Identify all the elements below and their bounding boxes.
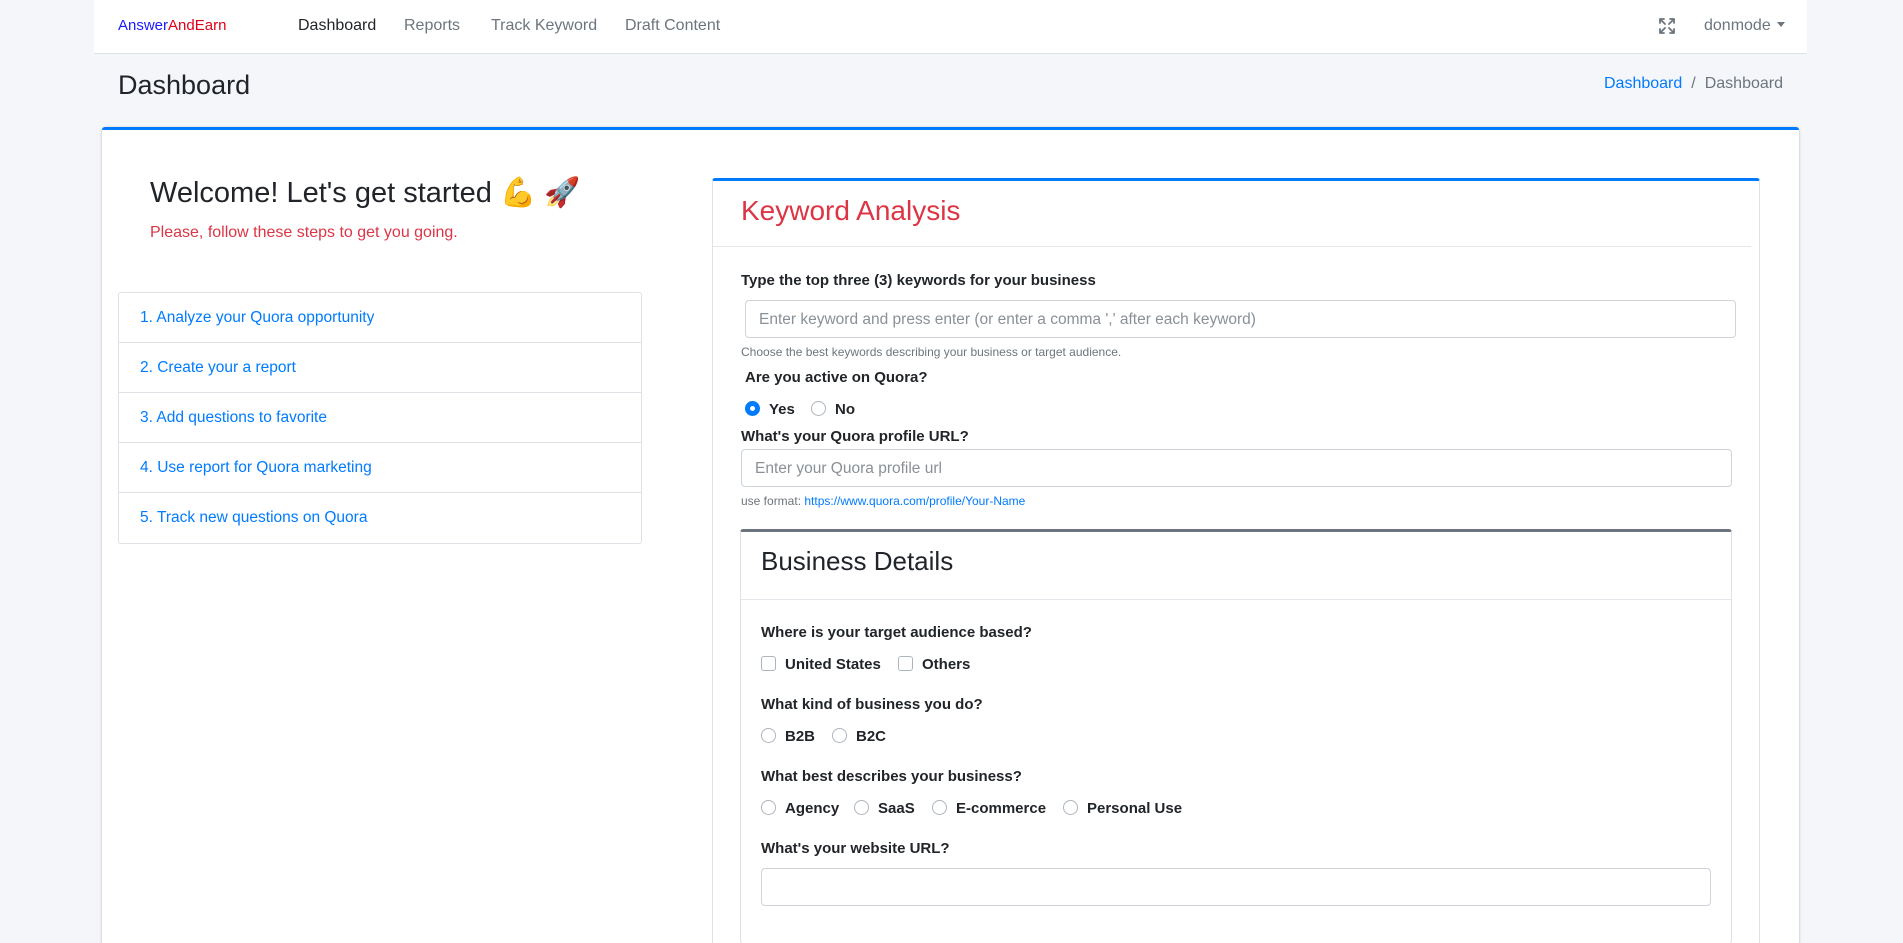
radio-b2c[interactable]: B2C [832,728,886,745]
checkbox-label-united-states: United States [785,656,881,673]
welcome-title: Welcome! Let's get started 💪 🚀 [150,177,581,209]
nav-track-keyword[interactable]: Track Keyword [491,17,597,35]
audience-label: Where is your target audience based? [761,624,1032,641]
radio-button[interactable] [761,728,776,743]
breadcrumb-link[interactable]: Dashboard [1604,75,1682,92]
radio-label-b2b: B2B [785,728,816,745]
radio-saas[interactable]: SaaS [854,800,915,817]
radio-button[interactable] [761,800,776,815]
keywords-input[interactable]: Enter keyword and press enter (or enter … [745,300,1736,338]
divider [741,599,1731,600]
radio-b2b[interactable]: B2B [761,728,815,745]
expand-arrows-icon[interactable] [1657,16,1677,36]
brand-part-2: AndEarn [168,17,227,34]
checkbox[interactable] [898,656,913,671]
business-details-title: Business Details [761,546,954,576]
website-url-label: What's your website URL? [761,840,950,857]
profile-format-link[interactable]: https://www.quora.com/profile/Your-Name [804,494,1025,508]
breadcrumb: Dashboard / Dashboard [1604,75,1783,93]
profile-url-help: use format: https://www.quora.com/profil… [741,494,1025,508]
step-item-track-questions[interactable]: 5. Track new questions on Quora [119,493,641,543]
nav-dashboard[interactable]: Dashboard [298,17,376,35]
radio-label-b2c: B2C [856,728,887,745]
keywords-help-text: Choose the best keywords describing your… [741,345,1122,359]
business-kind-label: What kind of business you do? [761,696,983,713]
radio-button[interactable] [811,401,826,416]
radio-label-no: No [835,401,855,418]
radio-label-personal-use: Personal Use [1087,800,1183,817]
user-menu[interactable]: donmode [1704,17,1785,35]
step-item-analyze[interactable]: 1. Analyze your Quora opportunity [119,293,641,343]
radio-label-agency: Agency [785,800,840,817]
radio-label-saas: SaaS [878,800,915,817]
nav-draft-content[interactable]: Draft Content [625,17,720,35]
profile-url-label: What's your Quora profile URL? [741,428,969,445]
breadcrumb-separator: / [1691,75,1696,92]
chevron-down-icon [1776,22,1785,27]
breadcrumb-current: Dashboard [1704,75,1783,92]
user-name: donmode [1704,17,1771,34]
radio-button[interactable] [854,800,869,815]
brand-logo[interactable]: AnswerAndEarn [118,17,226,34]
profile-help-prefix: use format: [741,494,805,508]
radio-button[interactable] [832,728,847,743]
radio-ecommerce[interactable]: E-commerce [932,800,1046,817]
brand-part-1: Answer [118,17,169,34]
profile-url-input[interactable]: Enter your Quora profile url [741,449,1732,487]
step-item-add-favorite[interactable]: 3. Add questions to favorite [119,393,641,443]
keywords-label: Type the top three (3) keywords for your… [741,272,1096,289]
radio-active-no[interactable]: No [811,401,855,418]
step-item-use-report[interactable]: 4. Use report for Quora marketing [119,443,641,493]
website-url-input[interactable] [761,868,1711,906]
checkbox[interactable] [761,656,776,671]
radio-label-yes: Yes [769,401,795,418]
radio-button-checked[interactable] [745,401,760,416]
step-item-create-report[interactable]: 2. Create your a report [119,343,641,393]
checkbox-label-others: Others [922,656,971,673]
page-title: Dashboard [118,70,251,100]
radio-button[interactable] [932,800,947,815]
divider [713,246,1751,247]
checkbox-others[interactable]: Others [898,656,970,673]
radio-label-ecommerce: E-commerce [956,800,1047,817]
radio-agency[interactable]: Agency [761,800,839,817]
business-type-label: What best describes your business? [761,768,1022,785]
steps-list: 1. Analyze your Quora opportunity 2. Cre… [118,292,642,544]
radio-button[interactable] [1063,800,1078,815]
nav-reports[interactable]: Reports [404,17,460,35]
radio-personal-use[interactable]: Personal Use [1063,800,1182,817]
top-navbar: AnswerAndEarn Dashboard Reports Track Ke… [94,0,1807,54]
radio-active-yes[interactable]: Yes [745,401,795,418]
keyword-analysis-title: Keyword Analysis [741,195,961,226]
checkbox-united-states[interactable]: United States [761,656,881,673]
welcome-subtitle: Please, follow these steps to get you go… [150,224,458,241]
quora-active-label: Are you active on Quora? [745,369,928,386]
